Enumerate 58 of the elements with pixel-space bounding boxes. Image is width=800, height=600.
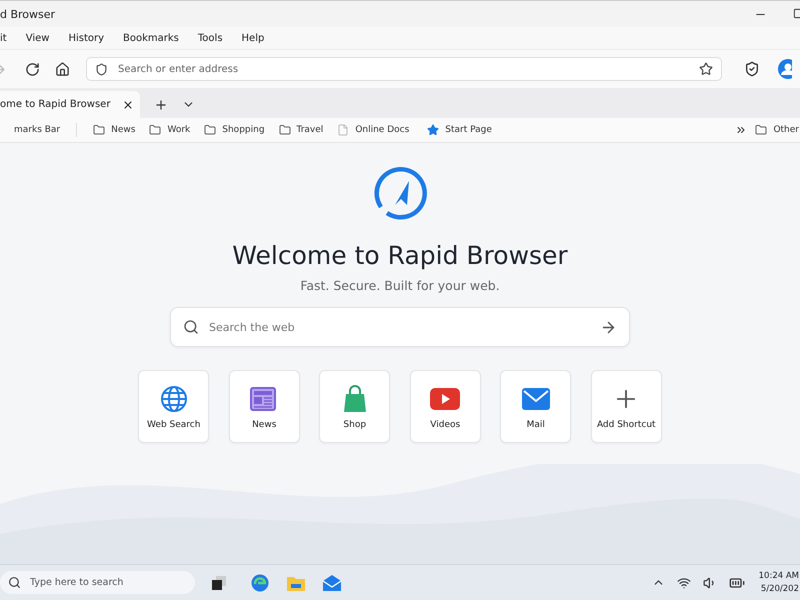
new-tab-icon[interactable]	[154, 98, 168, 112]
clock-time: 10:24 AM	[758, 570, 799, 582]
shopping-bag-icon	[342, 384, 367, 412]
close-icon[interactable]	[122, 98, 134, 110]
envelope-icon	[522, 388, 550, 410]
shortcut-tile[interactable]: Shop	[319, 370, 390, 443]
folder-icon	[755, 124, 768, 136]
browser-tab[interactable]: ome to Rapid Browser	[0, 91, 140, 118]
bookmark-item[interactable]: Online Docs	[337, 124, 410, 136]
clock-date: 5/20/202	[760, 582, 799, 596]
search-icon	[183, 319, 199, 335]
bookmark-item[interactable]: marks Bar	[14, 125, 60, 135]
wifi-icon[interactable]	[676, 576, 691, 590]
taskbar-search-field[interactable]: Type here to search	[0, 571, 195, 594]
reload-icon[interactable]	[25, 62, 40, 76]
browser-app-icon[interactable]	[251, 574, 269, 592]
rocket-logo-icon	[373, 167, 427, 221]
bookmark-item[interactable]: Work	[149, 124, 190, 136]
folder-icon	[93, 124, 106, 136]
welcome-heading: Welcome to Rapid Browser	[232, 241, 568, 270]
bookmark-item[interactable]: News	[93, 124, 136, 136]
mail-app-icon[interactable]	[323, 574, 341, 590]
menu-item[interactable]: Tools	[198, 32, 223, 44]
folder-app-icon[interactable]	[287, 574, 305, 590]
newspaper-icon	[250, 386, 278, 412]
shield-icon	[95, 62, 108, 76]
star-icon[interactable]	[699, 62, 713, 76]
menu-item[interactable]: History	[68, 32, 104, 44]
menu-item[interactable]: Help	[242, 32, 264, 44]
folder-icon	[278, 124, 291, 136]
menu-item[interactable]: it	[0, 32, 7, 44]
chevrons-right-icon[interactable]	[735, 124, 748, 136]
page-icon	[337, 124, 350, 136]
address-bar[interactable]: Search or enter address	[86, 57, 722, 81]
menu-item[interactable]: Bookmarks	[123, 32, 179, 44]
shortcut-tile[interactable]: Add Shortcut	[590, 370, 662, 443]
bookmark-item[interactable]: Start Page	[427, 124, 492, 136]
shortcut-tile[interactable]: Videos	[410, 370, 481, 443]
task-view-icon[interactable]	[211, 574, 227, 590]
globe-icon	[160, 384, 188, 412]
home-icon[interactable]	[55, 62, 70, 76]
search-icon	[8, 576, 21, 589]
tagline: Fast. Secure. Built for your web.	[300, 278, 500, 293]
bookmark-item[interactable]: Shopping	[204, 124, 265, 136]
shortcut-tile[interactable]: Web Search	[138, 370, 210, 443]
shield-check-icon[interactable]	[744, 61, 760, 77]
folder-icon	[204, 124, 216, 136]
shortcut-tile[interactable]: News	[228, 370, 300, 443]
folder-icon	[149, 124, 162, 136]
web-search-field[interactable]: Search the web	[170, 307, 630, 347]
profile-avatar[interactable]	[778, 59, 792, 79]
window-title: d Browser	[0, 8, 56, 20]
menu-item[interactable]: View	[26, 32, 50, 44]
bookmark-item[interactable]: Travel	[278, 124, 324, 136]
play-button-icon	[430, 388, 460, 410]
bookmark-item[interactable]: Other	[755, 124, 799, 136]
star-icon	[427, 124, 440, 136]
shortcut-tile[interactable]: Mail	[500, 370, 572, 443]
